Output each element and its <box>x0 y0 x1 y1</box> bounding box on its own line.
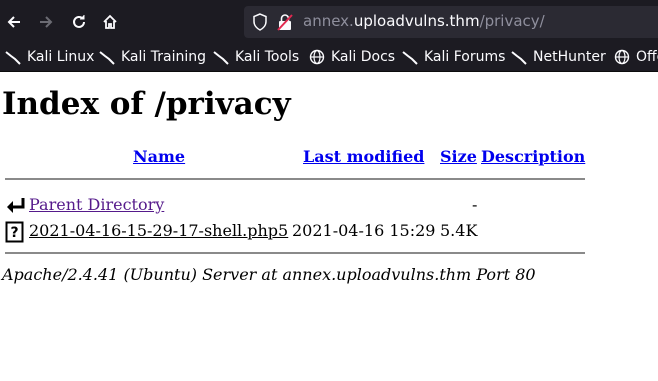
globe-icon <box>614 49 630 65</box>
bookmark-kali-tools[interactable]: Kali Tools <box>213 49 299 65</box>
page-title: Index of /privacy <box>2 86 291 122</box>
table-divider-top <box>5 178 585 180</box>
sort-by-description-link[interactable]: Description <box>481 147 585 166</box>
table-divider-bottom <box>5 252 585 254</box>
file-last-modified: 2021-04-16 15:29 <box>292 221 436 240</box>
parent-size: - <box>472 195 478 214</box>
bookmark-kali-training[interactable]: Kali Training <box>99 49 206 65</box>
bookmark-kali-linux[interactable]: Kali Linux <box>5 49 94 65</box>
sort-by-size-link[interactable]: Size <box>440 147 477 166</box>
kali-dragon-icon <box>213 51 229 65</box>
home-icon[interactable] <box>98 10 122 34</box>
bookmark-offensive-security[interactable]: Offe <box>614 49 658 65</box>
bookmarks-toolbar: Kali Linux Kali Training Kali Tools Kali… <box>0 44 658 72</box>
back-arrow-icon[interactable] <box>2 10 26 34</box>
parent-directory-link[interactable]: Parent Directory <box>29 195 164 214</box>
file-link[interactable]: 2021-04-16-15-29-17-shell.php5 <box>29 221 288 240</box>
shield-icon[interactable] <box>252 13 268 35</box>
forward-arrow-icon[interactable] <box>34 10 58 34</box>
unknown-file-icon: ? <box>5 221 25 247</box>
server-signature: Apache/2.4.41 (Ubuntu) Server at annex.u… <box>2 265 536 284</box>
browser-toolbar: annex.uploadvulns.thm/privacy/ <box>0 0 658 44</box>
address-bar[interactable]: annex.uploadvulns.thm/privacy/ <box>244 6 658 38</box>
file-size: 5.4K <box>440 221 478 240</box>
globe-icon <box>309 49 325 65</box>
kali-dragon-icon <box>402 51 418 65</box>
back-icon <box>5 194 25 220</box>
url-text[interactable]: annex.uploadvulns.thm/privacy/ <box>303 12 545 30</box>
svg-text:?: ? <box>10 225 18 241</box>
bookmark-kali-docs[interactable]: Kali Docs <box>309 49 395 65</box>
kali-dragon-icon <box>511 51 527 65</box>
kali-dragon-icon <box>99 51 115 65</box>
insecure-lock-icon[interactable] <box>277 13 293 35</box>
bookmark-kali-forums[interactable]: Kali Forums <box>402 49 505 65</box>
kali-dragon-icon <box>5 51 21 65</box>
bookmark-nethunter[interactable]: NetHunter <box>511 49 606 65</box>
reload-icon[interactable] <box>67 10 91 34</box>
page-content: Index of /privacy Name Last modified Siz… <box>0 72 658 381</box>
sort-by-name-link[interactable]: Name <box>133 147 185 166</box>
sort-by-last-modified-link[interactable]: Last modified <box>303 147 424 166</box>
